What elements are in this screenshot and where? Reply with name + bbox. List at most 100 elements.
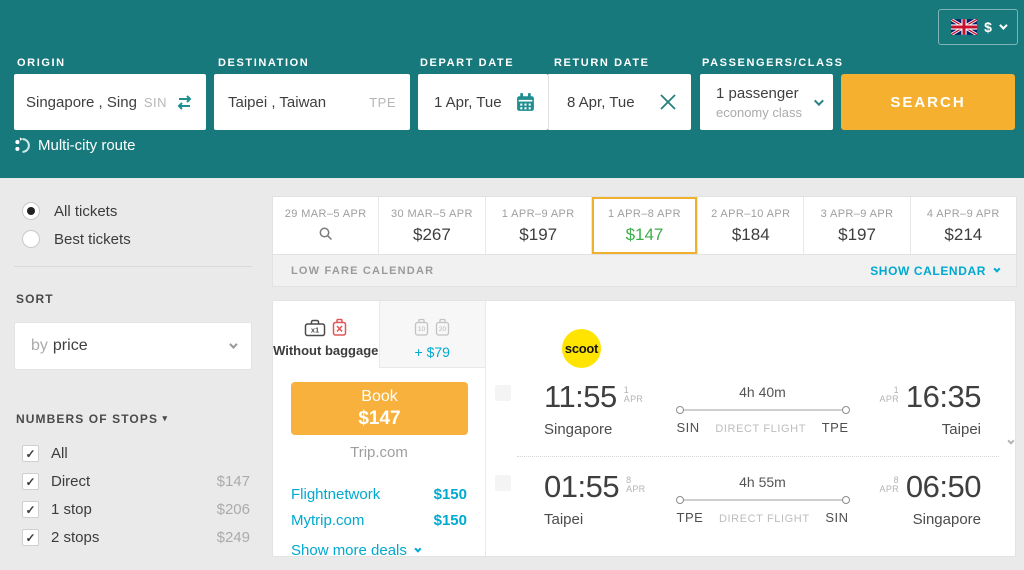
- expand-ticket-chevron[interactable]: [1007, 432, 1015, 450]
- filter-all-tickets[interactable]: All tickets: [22, 202, 117, 220]
- arrival-date: 8 APR: [880, 476, 899, 494]
- filter-label: All tickets: [54, 202, 118, 220]
- depart-date-label: DEPART DATE: [420, 57, 515, 69]
- date-range: 1 APR–9 APR: [501, 208, 575, 220]
- leg-marker: [495, 385, 511, 401]
- baggage-icons: 10 20: [414, 311, 450, 337]
- destination-input[interactable]: Taipei , Taiwan TPE: [214, 74, 410, 130]
- date-price: $184: [731, 225, 770, 244]
- swap-icon[interactable]: [175, 94, 194, 110]
- sort-select[interactable]: by price: [14, 322, 252, 370]
- radio-selected-icon[interactable]: [22, 202, 40, 220]
- flight-leg-outbound: 11:55 1 APR Singapore 4h 40m SIN DIRECT …: [544, 379, 982, 439]
- checkbox-checked-icon[interactable]: ✓: [22, 473, 39, 490]
- sort-heading: SORT: [16, 292, 54, 306]
- date-tab-2[interactable]: 1 APR–9 APR $197: [484, 197, 591, 254]
- agency-name: Trip.com: [350, 444, 408, 461]
- date-tab-0[interactable]: 29 MAR–5 APR: [273, 197, 379, 254]
- filter-best-tickets[interactable]: Best tickets: [22, 230, 131, 248]
- stops-heading-label: NUMBERS OF STOPS: [16, 412, 159, 426]
- stops-option-1stop[interactable]: ✓ 1 stop $206: [22, 501, 250, 518]
- currency-code: $: [984, 19, 992, 35]
- origin-input[interactable]: Singapore , Sing SIN: [14, 74, 206, 130]
- origin-label: ORIGIN: [17, 57, 66, 69]
- stops-option-price: $249: [216, 529, 250, 546]
- chevron-down-icon: [414, 545, 422, 553]
- stops-heading[interactable]: NUMBERS OF STOPS ▾: [16, 412, 168, 426]
- multi-city-link[interactable]: Multi-city route: [14, 137, 136, 154]
- deal-name[interactable]: Flightnetwork: [291, 486, 380, 503]
- route-line: [675, 406, 850, 414]
- deal-name[interactable]: Mytrip.com: [291, 512, 364, 529]
- return-date-input[interactable]: 8 Apr, Tue: [548, 74, 691, 130]
- checkbox-checked-icon[interactable]: ✓: [22, 501, 39, 518]
- passengers-select[interactable]: 1 passenger economy class: [700, 74, 833, 130]
- baggage-tab-without[interactable]: x1 Without baggage: [273, 301, 380, 368]
- origin-value: Singapore , Sing: [26, 93, 137, 111]
- show-calendar-link[interactable]: SHOW CALENDAR: [870, 264, 1001, 278]
- baggage-tab-with[interactable]: 10 20 + $79: [379, 301, 485, 368]
- date-range: 1 APR–8 APR: [608, 208, 681, 220]
- date-tab-1[interactable]: 30 MAR–5 APR $267: [378, 197, 485, 254]
- flight-leg-return: 01:55 8 APR Taipei 4h 55m TPE DIRECT FLI…: [544, 469, 982, 529]
- baggage-tab-label: Without baggage: [273, 343, 379, 358]
- deal-row[interactable]: Flightnetwork $150: [291, 486, 467, 503]
- date-range: 4 APR–9 APR: [926, 208, 1000, 220]
- checkbox-checked-icon[interactable]: ✓: [22, 529, 39, 546]
- departure-month: APR: [623, 394, 644, 404]
- date-range: 3 APR–9 APR: [820, 208, 894, 220]
- depart-date-input[interactable]: 1 Apr, Tue: [418, 74, 548, 130]
- deal-price: $150: [433, 512, 467, 529]
- departure-city: Taipei: [544, 511, 584, 528]
- destination-code: TPE: [369, 94, 396, 110]
- arrival-time: 06:50: [905, 469, 982, 504]
- date-tab-5[interactable]: 3 APR–9 APR $197: [803, 197, 910, 254]
- passengers-text: 1 passenger economy class: [716, 85, 802, 120]
- deals-list: Flightnetwork $150 Mytrip.com $150 Show …: [273, 486, 485, 559]
- baggage-icons: x1: [304, 311, 347, 337]
- stops-option-label: Direct: [51, 473, 91, 490]
- date-tab-6[interactable]: 4 APR–9 APR $214: [909, 197, 1016, 254]
- sort-prefix: by: [31, 337, 48, 354]
- cabin-class-value: economy class: [716, 104, 802, 120]
- arrival-airport-code: TPE: [821, 420, 849, 435]
- no-checked-bag-icon: [333, 318, 347, 336]
- date-tab-4[interactable]: 2 APR–10 APR $184: [697, 197, 804, 254]
- search-dates-icon: [319, 227, 332, 241]
- search-header: $ ORIGIN DESTINATION DEPART DATE RETURN …: [0, 0, 1024, 178]
- arrival-block: 8 APR 06:50 Singapore: [855, 469, 982, 529]
- low-fare-calendar-bar: LOW FARE CALENDAR SHOW CALENDAR: [272, 254, 1017, 287]
- currency-selector[interactable]: $: [938, 9, 1018, 45]
- leg-marker: [495, 475, 511, 491]
- stops-option-direct[interactable]: ✓ Direct $147: [22, 473, 250, 490]
- book-button[interactable]: Book $147: [291, 382, 468, 435]
- low-fare-calendar-label: LOW FARE CALENDAR: [291, 264, 435, 277]
- show-more-deals-link[interactable]: Show more deals: [291, 542, 467, 559]
- departure-time: 11:55: [544, 379, 617, 414]
- search-button[interactable]: SEARCH: [841, 74, 1015, 130]
- route-line: [675, 496, 850, 504]
- divider: [14, 266, 252, 267]
- deal-row[interactable]: Mytrip.com $150: [291, 512, 467, 529]
- deal-price: $150: [433, 486, 467, 503]
- stops-option-2stops[interactable]: ✓ 2 stops $249: [22, 529, 250, 546]
- multi-city-icon: [15, 137, 30, 153]
- route-block: 4h 55m TPE DIRECT FLIGHT SIN: [675, 471, 850, 528]
- chevron-down-icon: [229, 340, 238, 349]
- stops-option-label: 1 stop: [51, 501, 92, 518]
- multi-city-label: Multi-city route: [38, 137, 136, 154]
- departure-block: 01:55 8 APR Taipei: [544, 471, 670, 529]
- arrival-month: APR: [879, 394, 899, 404]
- date-tab-3-selected[interactable]: 1 APR–8 APR $147: [590, 197, 698, 254]
- departure-date: 8 APR: [626, 476, 645, 494]
- arrival-date: 1 APR: [880, 386, 899, 404]
- radio-icon[interactable]: [22, 230, 40, 248]
- checkbox-checked-icon[interactable]: ✓: [22, 445, 39, 462]
- booking-column: x1 Without baggage 10 20 + $79 Book $147…: [273, 301, 486, 559]
- clear-return-date-icon[interactable]: [659, 93, 677, 111]
- return-date-label: RETURN DATE: [554, 57, 650, 69]
- stops-option-all[interactable]: ✓ All: [22, 445, 250, 462]
- calendar-icon[interactable]: [515, 92, 536, 113]
- svg-text:10: 10: [418, 326, 426, 333]
- flight-duration: 4h 55m: [739, 474, 786, 490]
